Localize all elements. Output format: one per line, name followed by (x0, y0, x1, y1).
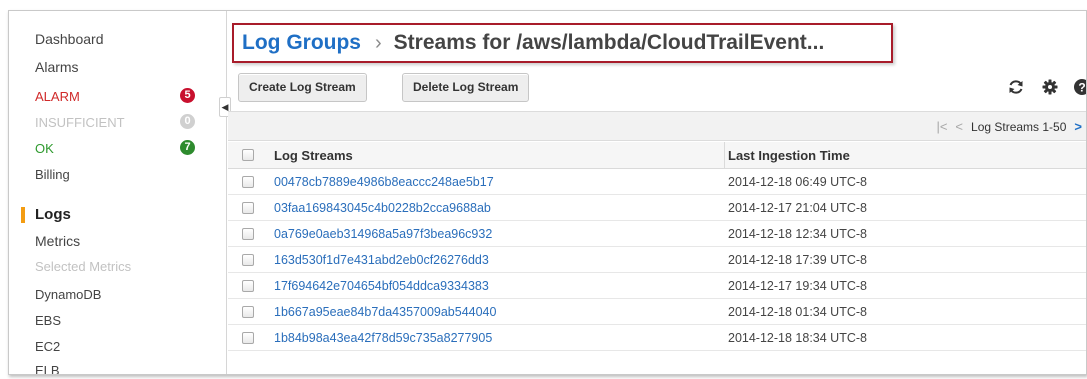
breadcrumb-current: Streams for /aws/lambda/CloudTrailEvent.… (393, 31, 825, 54)
row-checkbox[interactable] (242, 280, 254, 292)
row-checkbox[interactable] (242, 332, 254, 344)
pager: |< < Log Streams 1-50 > (936, 119, 1082, 134)
sidebar-item-dynamodb[interactable]: DynamoDB (35, 287, 101, 302)
log-stream-link[interactable]: 1b667a95eae84b7da4357009ab544040 (274, 305, 496, 319)
delete-log-stream-button[interactable]: Delete Log Stream (402, 73, 530, 102)
last-ingestion-time: 2014-12-18 12:34 UTC-8 (728, 227, 867, 241)
main-content: Log Groups › Streams for /aws/lambda/Cloud… (228, 11, 1086, 374)
log-streams-table: Log Streams Last Ingestion Time 00478cb7… (228, 142, 1086, 351)
gear-icon[interactable] (1041, 78, 1059, 96)
breadcrumb-separator: › (375, 32, 382, 54)
row-checkbox[interactable] (242, 254, 254, 266)
breadcrumb: Log Groups › Streams for /aws/lambda/Cloud… (232, 23, 893, 63)
breadcrumb-log-groups-link[interactable]: Log Groups (242, 31, 361, 54)
sidebar-item-elb[interactable]: ELB (35, 363, 60, 374)
refresh-icon[interactable] (1007, 78, 1025, 96)
alarm-count-badge: 5 (180, 88, 195, 103)
table-header: Log Streams Last Ingestion Time (228, 142, 1086, 169)
last-ingestion-time: 2014-12-17 19:34 UTC-8 (728, 279, 867, 293)
ok-count-badge: 7 (180, 140, 195, 155)
previous-page-button[interactable]: < (955, 119, 963, 134)
table-row: 00478cb7889e4986b8eaccc248ae5b17 2014-12… (228, 169, 1086, 195)
sidebar-item-ebs[interactable]: EBS (35, 313, 61, 328)
sidebar-item-billing[interactable]: Billing (35, 167, 70, 182)
insufficient-count-badge: 0 (180, 114, 195, 129)
log-stream-link[interactable]: 0a769e0aeb314968a5a97f3bea96c932 (274, 227, 492, 241)
sidebar-item-insufficient-state[interactable]: INSUFFICIENT (35, 115, 125, 130)
sidebar-item-ec2[interactable]: EC2 (35, 339, 60, 354)
row-checkbox[interactable] (242, 202, 254, 214)
log-stream-link[interactable]: 1b84b98a43ea42f78d59c735a8277905 (274, 331, 492, 345)
sidebar-item-ok-state[interactable]: OK (35, 141, 54, 156)
row-checkbox[interactable] (242, 228, 254, 240)
row-checkbox[interactable] (242, 176, 254, 188)
cropped-top-edge (0, 0, 1087, 8)
active-item-indicator (21, 207, 25, 223)
last-ingestion-time: 2014-12-18 06:49 UTC-8 (728, 175, 867, 189)
table-row: 1b667a95eae84b7da4357009ab544040 2014-12… (228, 299, 1086, 325)
first-page-button[interactable]: |< (936, 119, 947, 134)
sidebar-item-alarms[interactable]: Alarms (35, 59, 79, 75)
log-stream-link[interactable]: 163d530f1d7e431abd2eb0cf26276dd3 (274, 253, 489, 267)
sidebar-item-metrics[interactable]: Metrics (35, 233, 80, 249)
select-all-checkbox[interactable] (242, 149, 254, 161)
table-row: 1b84b98a43ea42f78d59c735a8277905 2014-12… (228, 325, 1086, 351)
column-header-log-streams[interactable]: Log Streams (274, 148, 353, 163)
sidebar-item-selected-metrics[interactable]: Selected Metrics (35, 259, 131, 274)
log-stream-link[interactable]: 00478cb7889e4986b8eaccc248ae5b17 (274, 175, 494, 189)
next-page-button[interactable]: > (1074, 119, 1082, 134)
sidebar: Dashboard Alarms ALARM 5 INSUFFICIENT 0 … (9, 11, 227, 374)
sidebar-item-logs[interactable]: Logs (35, 206, 71, 223)
row-checkbox[interactable] (242, 306, 254, 318)
last-ingestion-time: 2014-12-18 18:34 UTC-8 (728, 331, 867, 345)
sidebar-item-alarm-state[interactable]: ALARM (35, 89, 80, 104)
page-range-label: Log Streams 1-50 (971, 120, 1067, 134)
table-row: 03faa169843045c4b0228b2cca9688ab 2014-12… (228, 195, 1086, 221)
pagination-bar: |< < Log Streams 1-50 > (228, 111, 1086, 141)
last-ingestion-time: 2014-12-18 01:34 UTC-8 (728, 305, 867, 319)
svg-text:?: ? (1078, 81, 1085, 95)
help-icon[interactable]: ? (1073, 78, 1087, 96)
table-row: 0a769e0aeb314968a5a97f3bea96c932 2014-12… (228, 221, 1086, 247)
sidebar-item-dashboard[interactable]: Dashboard (35, 31, 104, 47)
log-stream-link[interactable]: 17f694642e704654bf054ddca9334383 (274, 279, 489, 293)
table-row: 17f694642e704654bf054ddca9334383 2014-12… (228, 273, 1086, 299)
log-stream-link[interactable]: 03faa169843045c4b0228b2cca9688ab (274, 201, 491, 215)
create-log-stream-button[interactable]: Create Log Stream (238, 73, 367, 102)
last-ingestion-time: 2014-12-17 21:04 UTC-8 (728, 201, 867, 215)
column-header-last-ingestion[interactable]: Last Ingestion Time (728, 148, 850, 163)
table-row: 163d530f1d7e431abd2eb0cf26276dd3 2014-12… (228, 247, 1086, 273)
column-divider (724, 142, 725, 169)
cloudwatch-window: Dashboard Alarms ALARM 5 INSUFFICIENT 0 … (8, 10, 1087, 375)
last-ingestion-time: 2014-12-18 17:39 UTC-8 (728, 253, 867, 267)
